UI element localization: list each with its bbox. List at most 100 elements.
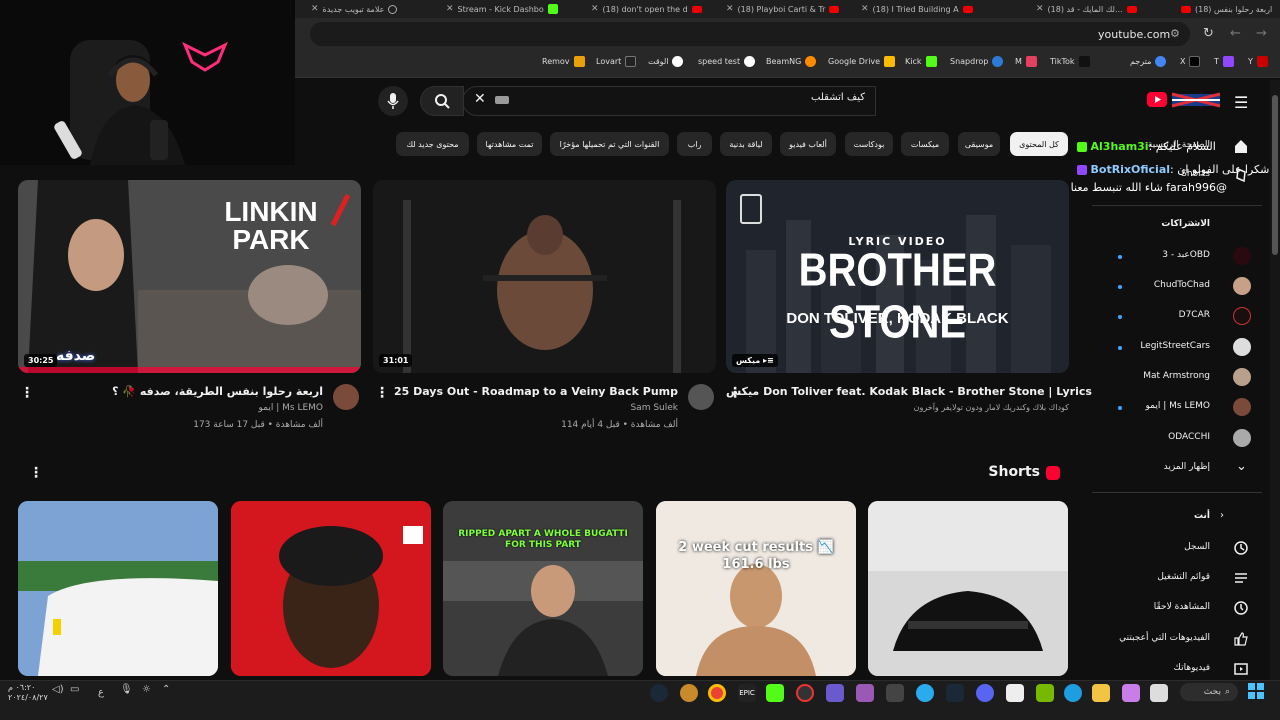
search-button[interactable] [420, 86, 464, 116]
browser-tab[interactable]: ✕ (18) لك المايك - قد... [1030, 0, 1170, 18]
sidebar-item-history[interactable]: السجل [1184, 542, 1210, 552]
clock[interactable]: ٠٦:٢٠ م ٢٠٢٤/٠٨/٢٧ [8, 683, 48, 703]
file-explorer-icon[interactable] [1092, 684, 1110, 702]
show-more-button[interactable]: إظهار المزيد [1164, 462, 1210, 472]
back-icon[interactable]: ← [1230, 26, 1241, 41]
chip[interactable]: تمت مشاهدتها [477, 132, 542, 156]
copilot-icon[interactable] [1122, 684, 1140, 702]
volume-icon[interactable]: ◁) [52, 684, 64, 695]
chip[interactable]: محتوى جديد لك [396, 132, 469, 156]
sidebar-sub-item[interactable]: D7CAR [1179, 310, 1210, 320]
video-thumbnail[interactable]: LYRIC VIDEO BROTHER STONE DON TOLIVER, K… [726, 180, 1069, 373]
sidebar-sub-item[interactable]: LegitStreetCars [1140, 341, 1210, 351]
close-icon[interactable]: ✕ [446, 4, 454, 14]
bookmark-item[interactable]: Y [1248, 56, 1268, 67]
chip[interactable]: القنوات التي تم تحميلها مؤخرًا [550, 132, 669, 156]
keyboard-icon[interactable] [495, 96, 509, 104]
chip[interactable]: بودكاست [845, 132, 893, 156]
sidebar-sub-item[interactable]: ODACCHI [1168, 432, 1210, 442]
bookmark-item[interactable]: M [1015, 56, 1037, 67]
app-icon[interactable] [886, 684, 904, 702]
browser-tab[interactable]: ✕ علامة تبويب جديدة [305, 0, 435, 18]
menu-icon[interactable]: ☰ [1234, 93, 1248, 112]
short-card[interactable]: RIPPED APART A WHOLE BUGATTI FOR THIS PA… [443, 501, 643, 676]
sidebar-sub-item[interactable]: ChudToChad [1154, 280, 1210, 290]
site-settings-icon[interactable]: ⚙ [1170, 27, 1180, 40]
network-icon[interactable]: ▭ [70, 684, 79, 695]
more-actions-icon[interactable]: ⋮ [29, 466, 43, 480]
subscriptions-header[interactable]: الاشتراكات [1161, 219, 1210, 229]
sidebar-sub-item[interactable]: عبد - 3OBD [1162, 250, 1210, 260]
video-thumbnail[interactable]: LINKIN PARK صدفه 30:25 [18, 180, 361, 373]
home-icon[interactable] [1232, 137, 1250, 155]
video-channel[interactable]: كوداك بلاك وكندريك لامار ودون تولايفر وآ… [726, 403, 1069, 412]
bookmark-item[interactable]: TikTok [1050, 56, 1090, 67]
video-title[interactable]: 25 Days Out - Roadmap to a Veiny Back Pu… [373, 385, 678, 398]
sidebar-item-playlists[interactable]: قوائم التشغيل [1157, 572, 1210, 582]
chip[interactable]: راب [677, 132, 712, 156]
chrome-icon[interactable] [708, 684, 726, 702]
chip[interactable]: ميكسات [901, 132, 949, 156]
bookmark-item[interactable]: مترجم [1130, 56, 1167, 67]
bookmark-item[interactable]: Lovart [596, 56, 637, 67]
bookmark-item[interactable]: Snapdrop [950, 56, 1004, 67]
short-card[interactable] [868, 501, 1068, 676]
short-card[interactable] [18, 501, 218, 676]
telegram-icon[interactable] [916, 684, 934, 702]
short-card[interactable]: 2 week cut results 📉 161.6 lbs [656, 501, 856, 676]
close-icon[interactable]: ✕ [311, 4, 319, 14]
taskbar-search[interactable]: بحث ⌕ [1180, 683, 1238, 701]
address-bar[interactable] [310, 22, 1190, 46]
app-icon[interactable] [856, 684, 874, 702]
scrollbar-thumb[interactable] [1272, 95, 1278, 255]
video-thumbnail[interactable]: 31:01 [373, 180, 716, 373]
you-header[interactable]: أنت [1194, 511, 1210, 521]
browser-tab[interactable]: ✕ (18) don't open the d [585, 0, 715, 18]
bookmark-item[interactable]: Remov [542, 56, 585, 67]
bookmark-item[interactable]: Google Drive [828, 56, 896, 67]
bookmark-item[interactable]: X [1180, 56, 1201, 67]
close-icon[interactable]: ✕ [1036, 4, 1044, 14]
short-card[interactable] [231, 501, 431, 676]
app-icon[interactable] [680, 684, 698, 702]
browser-tab[interactable]: ✕ Stream - Kick Dashbo [440, 0, 575, 18]
app-icon[interactable] [826, 684, 844, 702]
bookmark-item[interactable]: speed test [698, 56, 756, 67]
edge-icon[interactable] [1064, 684, 1082, 702]
steam-icon[interactable] [650, 684, 668, 702]
channel-avatar[interactable] [333, 384, 359, 410]
bookmark-item[interactable]: T [1214, 56, 1234, 67]
browser-tab[interactable]: (18) اربعة رحلوا بنفس [1175, 0, 1280, 18]
voice-search-button[interactable] [378, 86, 408, 116]
reload-icon[interactable]: ↻ [1203, 26, 1214, 41]
clear-search-icon[interactable]: ✕ [474, 91, 486, 107]
youtube-logo[interactable] [1147, 91, 1223, 109]
sidebar-sub-item[interactable]: Mat Armstrong [1143, 371, 1210, 381]
app-icon[interactable] [766, 684, 784, 702]
browser-tab[interactable]: ✕ (18) Playboi Carti & Tr [720, 0, 850, 18]
more-actions-icon[interactable]: ⋮ [728, 386, 742, 400]
windows-start-icon[interactable] [1248, 683, 1264, 699]
discord-icon[interactable] [976, 684, 994, 702]
close-icon[interactable]: ✕ [861, 4, 869, 14]
sidebar-item-liked[interactable]: الفيديوهات التي أعجبتني [1119, 633, 1210, 643]
sidebar-sub-item[interactable]: ايمو | Ms LEMO [1146, 401, 1210, 411]
obs-icon[interactable] [796, 684, 814, 702]
video-title[interactable]: اربعة رحلوا بنفس الطريقة، صدفه 🥀 ؟ [18, 385, 323, 398]
epic-games-icon[interactable]: EPIC [738, 684, 756, 702]
chip[interactable]: موسيقى [958, 132, 1000, 156]
video-channel[interactable]: ايمو | Ms LEMO [18, 403, 323, 413]
brightness-icon[interactable]: ☼ [142, 684, 151, 695]
close-icon[interactable]: ✕ [591, 4, 599, 14]
steam-icon[interactable] [946, 684, 964, 702]
microphone-icon[interactable]: 🎙 [120, 684, 133, 695]
nvidia-icon[interactable] [1036, 684, 1054, 702]
task-view-icon[interactable] [1150, 684, 1168, 702]
browser-tab[interactable]: ✕ (18) I Tried Building A [855, 0, 985, 18]
bookmark-item[interactable]: الوقت [648, 56, 684, 67]
language-indicator[interactable]: ع [98, 687, 104, 698]
store-icon[interactable] [1006, 684, 1024, 702]
chip-all[interactable]: كل المحتوى [1010, 132, 1068, 156]
chip[interactable]: لياقة بدنية [720, 132, 772, 156]
chip[interactable]: ألعاب فيديو [780, 132, 836, 156]
